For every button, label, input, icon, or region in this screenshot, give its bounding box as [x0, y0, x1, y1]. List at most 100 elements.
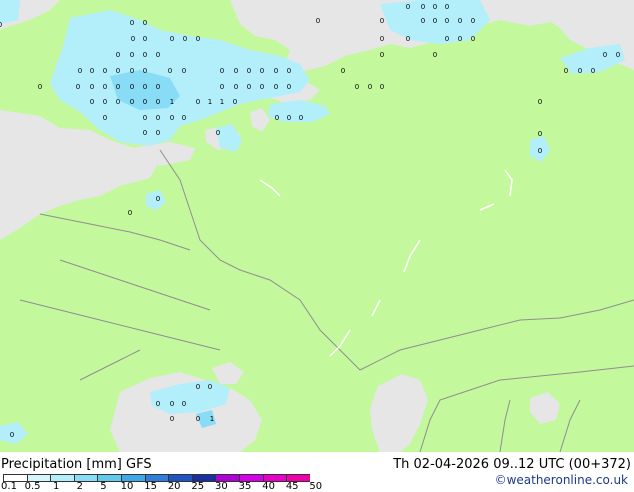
precip-marker: 0	[38, 83, 42, 91]
precip-marker: 0	[143, 129, 147, 137]
precip-marker: 0	[182, 400, 186, 408]
precip-marker: 0	[220, 83, 224, 91]
precip-marker: 0	[130, 51, 134, 59]
precip-marker: 0	[275, 114, 279, 122]
colorbar-tick-label: 30	[215, 481, 228, 492]
precip-marker: 0	[287, 114, 291, 122]
precip-marker: 0	[421, 3, 425, 11]
precip-marker: 0	[220, 67, 224, 75]
precip-marker: 0	[143, 83, 147, 91]
precip-marker: 1	[210, 415, 214, 423]
precip-marker: 0	[116, 83, 120, 91]
precip-marker: 0	[196, 415, 200, 423]
precip-marker: 0	[274, 83, 278, 91]
precip-marker: 0	[234, 83, 238, 91]
precip-marker: 0	[433, 17, 437, 25]
precip-marker: 0	[103, 114, 107, 122]
precip-marker: 0	[260, 83, 264, 91]
precip-marker: 0	[287, 83, 291, 91]
precip-marker: 0	[406, 3, 410, 11]
precip-marker: 0	[156, 98, 160, 106]
precip-marker: 0	[130, 19, 134, 27]
precip-marker: 0	[103, 67, 107, 75]
precip-marker: 0	[355, 83, 359, 91]
precip-marker: 0	[233, 98, 237, 106]
map-title: Precipitation [mm] GFS	[1, 457, 152, 472]
precip-marker: 0	[445, 17, 449, 25]
precip-marker: 0	[103, 98, 107, 106]
colorbar-tick-label: 20	[167, 481, 181, 492]
precip-marker: 0	[260, 67, 264, 75]
colorbar-tick-label: 5	[100, 481, 107, 492]
precip-marker: 0	[458, 17, 462, 25]
precip-marker: 0	[603, 51, 607, 59]
precip-marker: 0	[156, 195, 160, 203]
precip-marker: 0	[578, 67, 582, 75]
precip-marker: 0	[247, 83, 251, 91]
precip-marker: 0	[76, 83, 80, 91]
colorbar-tick-label: 0.5	[24, 481, 41, 492]
precip-marker: 0	[538, 130, 542, 138]
precip-marker: 0	[234, 67, 238, 75]
precip-marker: 0	[247, 67, 251, 75]
precip-marker: 0	[183, 35, 187, 43]
precip-marker: 0	[0, 21, 2, 29]
precip-marker: 0	[196, 35, 200, 43]
precip-marker: 0	[128, 209, 132, 217]
precip-marker: 0	[458, 35, 462, 43]
precip-marker: 0	[130, 98, 134, 106]
precip-marker: 0	[156, 51, 160, 59]
precip-marker: 0	[196, 98, 200, 106]
precip-marker: 0	[116, 98, 120, 106]
precip-marker: 0	[156, 114, 160, 122]
colorbar-tick-label: 10	[120, 481, 134, 492]
precip-marker: 0	[445, 35, 449, 43]
precip-marker: 1	[220, 98, 224, 106]
precip-marker: 0	[368, 83, 372, 91]
site-credit[interactable]: ©weatheronline.co.uk	[495, 473, 628, 487]
precip-marker: 0	[90, 67, 94, 75]
colorbar-tick-label: 40	[262, 481, 275, 492]
precip-marker: 0	[168, 67, 172, 75]
precip-marker: 0	[538, 147, 542, 155]
precip-marker: 0	[380, 35, 384, 43]
precip-marker: 0	[156, 129, 160, 137]
precip-marker: 0	[116, 51, 120, 59]
precip-marker: 0	[143, 67, 147, 75]
precip-marker: 0	[143, 114, 147, 122]
precip-marker: 0	[170, 114, 174, 122]
precip-marker: 0	[170, 400, 174, 408]
precip-marker: 0	[380, 83, 384, 91]
precip-marker: 0	[287, 67, 291, 75]
colorbar-tick-label: 35	[238, 481, 252, 492]
precip-marker: 0	[182, 114, 186, 122]
precip-marker: 0	[341, 67, 345, 75]
precip-marker: 0	[406, 35, 410, 43]
precip-marker: 0	[143, 51, 147, 59]
map-footer: Precipitation [mm] GFS Th 02-04-2026 09.…	[0, 452, 634, 492]
precip-marker: 0	[538, 98, 542, 106]
colorbar-tick-label: 1	[53, 481, 60, 492]
precip-marker: 0	[182, 67, 186, 75]
precip-marker: 0	[445, 3, 449, 11]
colorbar-tick-label: 2	[76, 481, 83, 492]
precip-marker: 0	[90, 83, 94, 91]
precip-marker: 0	[564, 67, 568, 75]
precip-marker: 1	[208, 98, 212, 106]
precip-marker: 0	[78, 67, 82, 75]
precip-marker: 0	[591, 67, 595, 75]
precip-marker: 0	[143, 98, 147, 106]
precip-marker: 0	[103, 83, 107, 91]
precip-marker: 0	[90, 98, 94, 106]
precip-marker: 0	[380, 51, 384, 59]
precip-marker: 0	[471, 35, 475, 43]
precip-marker: 0	[433, 3, 437, 11]
precip-marker: 0	[156, 83, 160, 91]
precip-marker: 0	[299, 114, 303, 122]
precip-marker: 0	[208, 383, 212, 391]
precip-marker: 0	[143, 35, 147, 43]
colorbar-tick-label: 50	[309, 481, 323, 492]
precip-marker: 0	[316, 17, 320, 25]
precip-marker: 0	[131, 35, 135, 43]
colorbar-tick-label: 45	[285, 481, 299, 492]
